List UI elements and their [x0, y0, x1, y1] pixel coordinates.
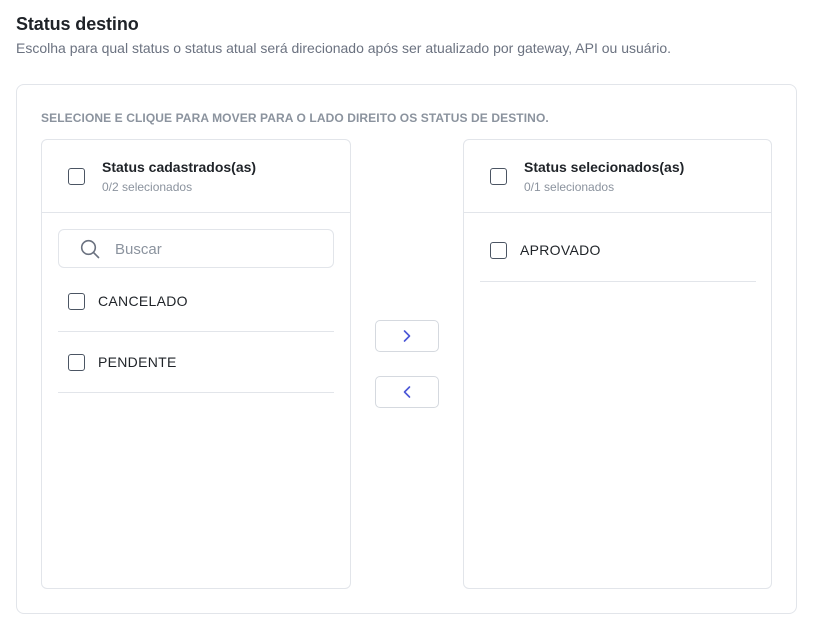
list-item-label: APROVADO [520, 242, 601, 258]
chevron-left-icon [403, 386, 411, 398]
target-list-panel: Status selecionados(as) 0/1 selecionados… [463, 139, 772, 589]
select-all-target-checkbox[interactable] [490, 168, 507, 185]
chevron-right-icon [403, 330, 411, 342]
target-list: APROVADO [480, 220, 756, 282]
search-icon [80, 239, 100, 259]
item-checkbox[interactable] [490, 242, 507, 259]
source-selected-count: 0/2 selecionados [102, 180, 193, 194]
list-item[interactable]: APROVADO [480, 220, 756, 282]
status-destino-page: Status destino Escolha para qual status … [0, 0, 829, 632]
source-list-header: Status cadastrados(as) 0/2 selecionados [42, 140, 350, 213]
target-list-title: Status selecionados(as) [524, 159, 685, 175]
list-item-label: PENDENTE [98, 354, 177, 370]
item-checkbox[interactable] [68, 293, 85, 310]
move-right-button[interactable] [375, 320, 439, 352]
target-selected-count: 0/1 selecionados [524, 180, 615, 194]
select-all-source-checkbox[interactable] [68, 168, 85, 185]
transfer-card: SELECIONE E CLIQUE PARA MOVER PARA O LAD… [16, 84, 797, 614]
list-item-label: CANCELADO [98, 293, 188, 309]
move-left-button[interactable] [375, 376, 439, 408]
list-item[interactable]: PENDENTE [58, 332, 334, 393]
list-item[interactable]: CANCELADO [58, 271, 334, 332]
source-list-panel: Status cadastrados(as) 0/2 selecionados … [41, 139, 351, 589]
source-list-title: Status cadastrados(as) [102, 159, 257, 175]
page-title: Status destino [16, 14, 139, 34]
page-subtitle: Escolha para qual status o status atual … [16, 40, 672, 56]
transfer-instruction: SELECIONE E CLIQUE PARA MOVER PARA O LAD… [41, 111, 549, 125]
target-list-header: Status selecionados(as) 0/1 selecionados [464, 140, 771, 213]
source-list: CANCELADO PENDENTE [58, 271, 334, 393]
item-checkbox[interactable] [68, 354, 85, 371]
source-search-box[interactable] [58, 229, 334, 268]
search-input[interactable] [115, 238, 325, 260]
